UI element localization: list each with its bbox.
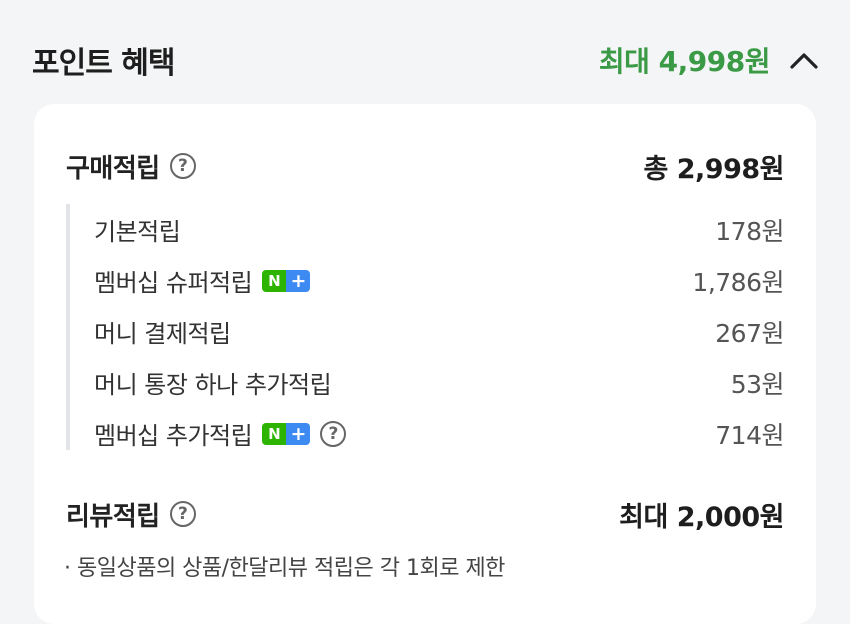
item-value: 267원: [715, 318, 784, 348]
item-label: 멤버십 추가적립: [94, 422, 253, 450]
item-label: 머니 결제적립: [94, 320, 231, 348]
chevron-up-icon[interactable]: [788, 44, 820, 76]
naver-plus-badge-icon: N +: [262, 422, 311, 445]
review-points-row: 리뷰적립 ? 최대 2,000원: [66, 494, 784, 534]
item-label: 기본적립: [94, 218, 181, 246]
question-circle-icon[interactable]: ?: [320, 420, 347, 447]
max-benefit-amount: 최대 4,998원: [598, 45, 771, 78]
list-item: 멤버십 추가적립 N + ? 714원: [70, 408, 784, 459]
list-item: 기본적립 178원: [70, 204, 784, 255]
review-points-label-group: 리뷰적립 ?: [66, 496, 196, 533]
points-header[interactable]: 포인트 혜택 최대 4,998원: [32, 38, 820, 82]
item-value: 1,786원: [692, 267, 784, 297]
item-label: 멤버십 슈퍼적립: [94, 269, 253, 297]
list-item: 머니 통장 하나 추가적립 53원: [70, 357, 785, 408]
section-title: 포인트 혜택: [32, 46, 175, 81]
points-card: 구매적립 ? 총 2,998원 기본적립 178원 멤버십 슈퍼적립 N + 1,…: [34, 104, 816, 624]
purchase-points-label-group: 구매적립 ?: [66, 148, 196, 185]
item-label: 머니 통장 하나 추가적립: [94, 371, 332, 399]
list-item: 멤버십 슈퍼적립 N + 1,786원: [70, 255, 784, 306]
question-circle-icon[interactable]: ?: [169, 153, 196, 179]
purchase-points-label: 구매적립: [66, 153, 160, 184]
item-value: 714원: [715, 420, 784, 450]
review-points-max: 최대 2,000원: [619, 501, 784, 533]
item-label-group: 멤버십 추가적립 N + ?: [94, 416, 347, 451]
question-circle-icon[interactable]: ?: [169, 501, 196, 527]
item-value: 53원: [730, 369, 785, 399]
header-right: 최대 4,998원: [599, 40, 820, 80]
purchase-points-total: 총 2,998원: [643, 153, 785, 185]
purchase-points-breakdown: 기본적립 178원 멤버십 슈퍼적립 N + 1,786원 머니 결제적립 267…: [66, 204, 785, 450]
review-points-label: 리뷰적립: [66, 501, 160, 532]
list-item: 머니 결제적립 267원: [70, 306, 784, 357]
purchase-points-row: 구매적립 ? 총 2,998원: [66, 146, 785, 186]
item-label-group: 멤버십 슈퍼적립 N +: [94, 263, 311, 298]
review-points-note: · 동일상품의 상품/한달리뷰 적립은 각 1회로 제한: [64, 556, 505, 581]
naver-plus-badge-icon: N +: [262, 269, 311, 292]
item-value: 178원: [715, 216, 784, 246]
